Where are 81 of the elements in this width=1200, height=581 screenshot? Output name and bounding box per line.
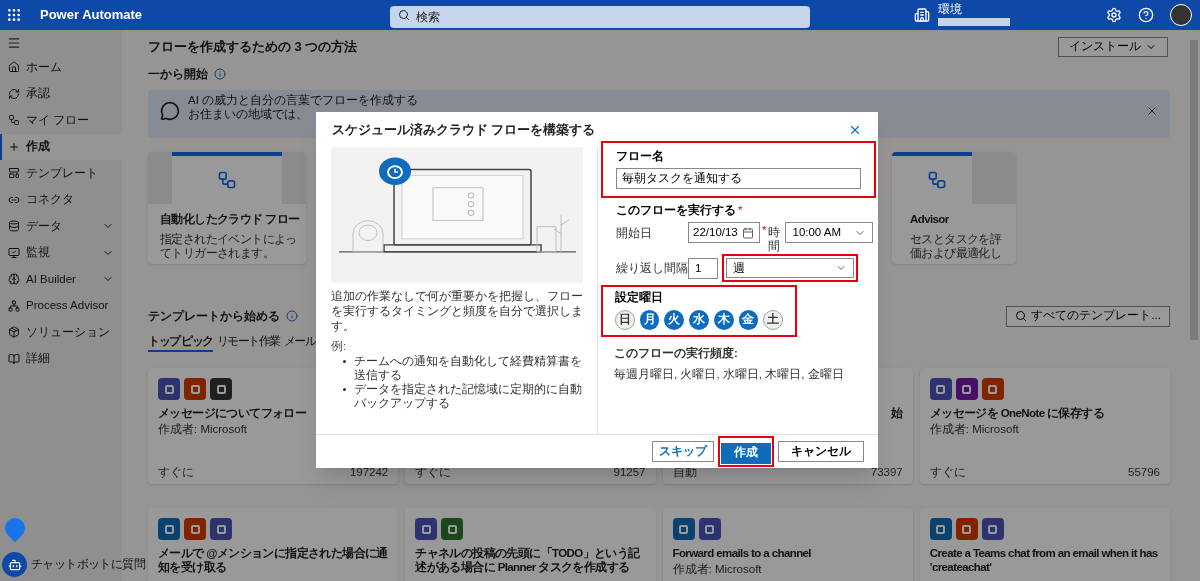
template-card[interactable]: メッセージを OneNote に保存する 作成者: Microsoft すぐに 55796 xyxy=(919,368,1170,484)
sidebar-item[interactable]: コネクタ xyxy=(0,186,122,213)
template-title: Forward emails to a channel xyxy=(672,546,812,560)
dialog-title: スケジュール済みクラウド フローを構築する xyxy=(332,122,596,139)
dialog-description: 追加の作業なしで何が重要かを把握し、フローを実行するタイミングと頻度を自分で選択します。 xyxy=(331,288,583,334)
field-label: 時間 xyxy=(768,225,781,254)
unit-dropdown[interactable]: 週 xyxy=(726,258,854,279)
section-label: このフローを実行する xyxy=(616,202,736,219)
interval-field[interactable]: 1 xyxy=(688,257,718,279)
weekday-toggle[interactable]: 火 xyxy=(664,309,685,330)
weekday-toggle[interactable]: 月 xyxy=(639,309,660,330)
summary-label: このフローの実行頻度: xyxy=(614,345,739,361)
usage-count: 91257 xyxy=(613,464,646,480)
trigger-type: すぐに xyxy=(929,464,966,480)
sidebar-item[interactable]: 作成 xyxy=(0,133,122,160)
sidebar-item[interactable]: 詳細 xyxy=(0,345,122,372)
weekday-toggle[interactable]: 土 xyxy=(763,309,783,330)
usage-count: 55796 xyxy=(1128,464,1160,480)
page-title: フローを作成するための 3 つの方法 xyxy=(148,38,358,57)
banner-text: お住まいの地域では、 xyxy=(188,107,308,121)
sidebar-item[interactable]: 監視 xyxy=(0,239,122,266)
template-author: 作成者: Microsoft xyxy=(672,562,763,576)
field-label: フロー名 xyxy=(616,148,665,164)
weekday-toggle[interactable]: 日 xyxy=(615,309,635,330)
install-button[interactable]: インストール xyxy=(1058,37,1168,57)
section-heading: テンプレートから始める xyxy=(148,308,280,325)
weekday-toggle[interactable]: 水 xyxy=(689,309,709,330)
flow-name-field[interactable]: 毎朝タスクを通知する xyxy=(616,168,861,189)
all-templates-button[interactable]: すべてのテンプレート... xyxy=(1006,305,1170,327)
examples-label: 例: xyxy=(331,338,348,354)
template-card[interactable]: Create a Teams chat from an email when it has 'createachat' xyxy=(919,508,1170,581)
usage-count: 73397 xyxy=(870,464,903,480)
sidebar-item[interactable]: 承認 xyxy=(0,80,122,107)
skip-button[interactable]: スキップ xyxy=(652,441,714,462)
required-mark: * xyxy=(762,223,767,239)
template-title: チャネルの投稿の先頭に「TODO」という記述がある場合に Planner タスクを作成する xyxy=(415,546,641,574)
card-subtitle: セスとタスクを評価および最適化し xyxy=(910,232,1003,261)
template-card[interactable]: チャネルの投稿の先頭に「TODO」という記述がある場合に Planner タスクを作成する xyxy=(405,508,656,581)
sidebar-item[interactable]: ソリューション xyxy=(0,319,122,346)
usage-count: 197242 xyxy=(349,464,389,480)
template-title: メールで @メンションに指定された場合に通知を受け取る xyxy=(158,546,389,574)
section-heading: 一から開始 xyxy=(148,66,208,83)
template-title: 始 xyxy=(890,406,903,420)
sidebar-item[interactable]: マイ フロー xyxy=(0,107,122,134)
sidebar-item[interactable]: データ xyxy=(0,213,122,240)
summary-text: 毎週月曜日, 火曜日, 水曜日, 木曜日, 金曜日 xyxy=(614,366,845,381)
template-card[interactable]: Forward emails to a channel 作成者: Microsoft xyxy=(662,508,913,581)
chatbot-label[interactable]: チャットボットに質問 xyxy=(31,555,145,574)
sidebar-item[interactable]: AI Builder xyxy=(0,266,122,293)
banner-title: AI の威力と自分の言葉でフローを作成する xyxy=(188,93,419,107)
field-label: 開始日 xyxy=(616,226,653,242)
app-title[interactable]: Power Automate xyxy=(40,5,143,25)
weekday-toggle[interactable]: 金 xyxy=(738,309,759,330)
field-label: 繰り返し間隔 xyxy=(616,260,688,276)
sidebar-item[interactable]: ホーム xyxy=(0,54,122,81)
trigger-type: すぐに xyxy=(158,464,194,480)
start-card[interactable]: Advisor セスとタスクを評価および最適化し xyxy=(892,152,1016,264)
template-card[interactable]: メールで @メンションに指定された場合に通知を受け取る xyxy=(148,508,399,581)
template-author: 作成者: Microsoft xyxy=(929,422,1020,436)
create-button[interactable]: 作成 xyxy=(721,442,771,464)
sidebar-item[interactable]: Process Advisor xyxy=(0,292,122,319)
template-author: 作成者: Microsoft xyxy=(158,422,249,436)
weekday-toggle[interactable]: 木 xyxy=(713,309,734,330)
cancel-button[interactable]: キャンセル xyxy=(778,441,864,462)
time-dropdown[interactable]: 10:00 AM xyxy=(785,222,874,244)
template-title: Create a Teams chat from an email when it has 'createachat' xyxy=(929,546,1159,574)
card-subtitle: 指定されたイベントによってトリガーされます。 xyxy=(160,232,298,261)
date-field[interactable]: 22/10/13 xyxy=(688,222,760,244)
required-mark: * xyxy=(738,203,743,218)
start-card[interactable]: 自動化したクラウド フロー 指定されたイベントによってトリガーされます。 xyxy=(148,152,306,264)
sidebar-item[interactable]: テンプレート xyxy=(0,160,122,187)
tab[interactable]: トップ ピック xyxy=(148,333,213,352)
template-title: メッセージについてフォロー xyxy=(158,406,308,420)
template-title: メッセージを OneNote に保存する xyxy=(929,406,1106,420)
tab[interactable]: メール xyxy=(283,333,316,352)
tab[interactable]: リモート作業 xyxy=(216,333,280,352)
field-label: 設定曜日 xyxy=(615,289,664,306)
environment-label: 環境 xyxy=(938,4,963,16)
card-title: 自動化したクラウド フロー xyxy=(160,212,301,227)
card-title: Advisor xyxy=(910,212,950,227)
search-field[interactable]: 検索 xyxy=(390,6,810,28)
